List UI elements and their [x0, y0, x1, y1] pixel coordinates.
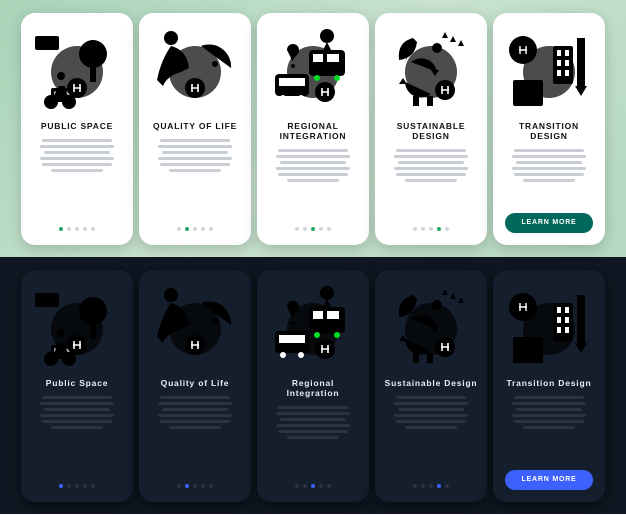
- card-title: SUSTAINABLE DESIGN: [383, 121, 479, 141]
- onboarding-card-regional-integration: REGIONAL INTEGRATION: [257, 13, 369, 245]
- page-dot[interactable]: [421, 484, 425, 488]
- page-dot[interactable]: [59, 227, 63, 231]
- blueprint-icon: [501, 282, 597, 374]
- page-dot[interactable]: [429, 484, 433, 488]
- card-body-placeholder: [40, 139, 114, 172]
- page-dot[interactable]: [185, 227, 189, 231]
- page-indicator[interactable]: [413, 484, 449, 490]
- page-dot[interactable]: [319, 484, 323, 488]
- vitality-icon: [147, 282, 243, 374]
- card-body-placeholder: [276, 149, 350, 182]
- page-dot[interactable]: [91, 227, 95, 231]
- page-indicator[interactable]: [59, 227, 95, 233]
- page-dot[interactable]: [209, 227, 213, 231]
- card-title: Quality of Life: [161, 378, 230, 388]
- page-dot[interactable]: [413, 484, 417, 488]
- dark-theme-row: Public Space Quality of Life Regional Inte…: [0, 257, 626, 514]
- page-dot[interactable]: [193, 227, 197, 231]
- card-body-placeholder: [158, 396, 232, 429]
- page-dot[interactable]: [295, 484, 299, 488]
- page-indicator[interactable]: [177, 227, 213, 233]
- page-dot[interactable]: [437, 484, 441, 488]
- park-icon: [29, 282, 125, 374]
- page-dot[interactable]: [83, 484, 87, 488]
- page-dot[interactable]: [421, 227, 425, 231]
- page-dot[interactable]: [83, 227, 87, 231]
- card-body-placeholder: [276, 406, 350, 439]
- card-title: REGIONAL INTEGRATION: [265, 121, 361, 141]
- onboarding-card-sustainable-design: SUSTAINABLE DESIGN: [375, 13, 487, 245]
- transit-icon: [265, 25, 361, 117]
- onboarding-card-quality-of-life: Quality of Life: [139, 270, 251, 502]
- card-title: Regional Integration: [265, 378, 361, 398]
- page-dot[interactable]: [311, 227, 315, 231]
- page-dot[interactable]: [201, 484, 205, 488]
- page-indicator[interactable]: [59, 484, 95, 490]
- onboarding-card-sustainable-design: Sustainable Design: [375, 270, 487, 502]
- vitality-icon: [147, 25, 243, 117]
- card-title: Transition Design: [507, 378, 592, 388]
- page-dot[interactable]: [319, 227, 323, 231]
- learn-more-button[interactable]: LEARN MORE: [505, 213, 593, 233]
- page-dot[interactable]: [429, 227, 433, 231]
- page-dot[interactable]: [445, 227, 449, 231]
- page-dot[interactable]: [67, 227, 71, 231]
- card-title: Sustainable Design: [385, 378, 478, 388]
- park-icon: [29, 25, 125, 117]
- page-dot[interactable]: [295, 227, 299, 231]
- page-dot[interactable]: [91, 484, 95, 488]
- page-dot[interactable]: [193, 484, 197, 488]
- onboarding-card-quality-of-life: QUALITY OF LIFE: [139, 13, 251, 245]
- onboarding-card-transition-design: Transition Design LEARN MORE: [493, 270, 605, 502]
- transit-icon: [265, 282, 361, 374]
- page-dot[interactable]: [303, 484, 307, 488]
- page-dot[interactable]: [201, 227, 205, 231]
- light-theme-row: PUBLIC SPACE QUALITY OF LIFE REGIONAL INTE…: [0, 0, 626, 257]
- onboarding-card-public-space: Public Space: [21, 270, 133, 502]
- page-dot[interactable]: [67, 484, 71, 488]
- page-dot[interactable]: [185, 484, 189, 488]
- blueprint-icon: [501, 25, 597, 117]
- eco-icon: [383, 25, 479, 117]
- page-dot[interactable]: [311, 484, 315, 488]
- page-indicator[interactable]: [295, 484, 331, 490]
- onboarding-card-transition-design: TRANSITION DESIGN LEARN MORE: [493, 13, 605, 245]
- card-body-placeholder: [512, 149, 586, 182]
- page-dot[interactable]: [59, 484, 63, 488]
- page-dot[interactable]: [327, 484, 331, 488]
- card-body-placeholder: [40, 396, 114, 429]
- eco-icon: [383, 282, 479, 374]
- card-title: PUBLIC SPACE: [41, 121, 113, 131]
- card-body-placeholder: [394, 396, 468, 429]
- page-dot[interactable]: [445, 484, 449, 488]
- page-indicator[interactable]: [295, 227, 331, 233]
- page-dot[interactable]: [177, 227, 181, 231]
- card-body-placeholder: [394, 149, 468, 182]
- page-dot[interactable]: [303, 227, 307, 231]
- page-dot[interactable]: [437, 227, 441, 231]
- card-body-placeholder: [512, 396, 586, 429]
- card-title: QUALITY OF LIFE: [153, 121, 237, 131]
- page-dot[interactable]: [327, 227, 331, 231]
- onboarding-card-regional-integration: Regional Integration: [257, 270, 369, 502]
- page-indicator[interactable]: [177, 484, 213, 490]
- page-dot[interactable]: [209, 484, 213, 488]
- card-body-placeholder: [158, 139, 232, 172]
- onboarding-card-public-space: PUBLIC SPACE: [21, 13, 133, 245]
- page-dot[interactable]: [177, 484, 181, 488]
- page-dot[interactable]: [413, 227, 417, 231]
- learn-more-button[interactable]: LEARN MORE: [505, 470, 593, 490]
- card-title: TRANSITION DESIGN: [501, 121, 597, 141]
- page-dot[interactable]: [75, 484, 79, 488]
- card-title: Public Space: [46, 378, 109, 388]
- page-indicator[interactable]: [413, 227, 449, 233]
- page-dot[interactable]: [75, 227, 79, 231]
